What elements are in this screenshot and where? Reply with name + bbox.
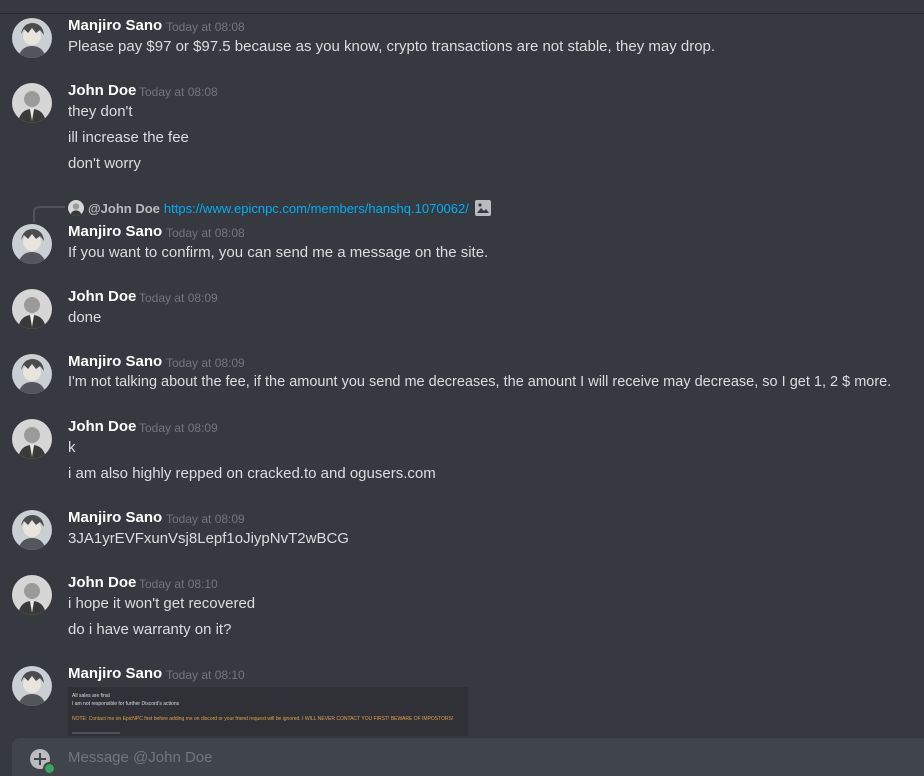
avatar-manjiro[interactable] bbox=[12, 510, 52, 550]
reply-author[interactable]: @John Doe bbox=[88, 201, 160, 216]
avatar-john[interactable] bbox=[12, 419, 52, 459]
avatar-john[interactable] bbox=[12, 575, 52, 615]
message-list[interactable]: Manjiro Sano Today at 08:08 Please pay $… bbox=[0, 14, 924, 736]
timestamp: Today at 08:08 bbox=[139, 85, 218, 99]
author-name[interactable]: Manjiro Sano bbox=[68, 17, 162, 34]
message-text: ill increase the fee bbox=[68, 129, 189, 146]
avatar-manjiro[interactable] bbox=[12, 666, 52, 706]
author-name[interactable]: Manjiro Sano bbox=[68, 665, 162, 682]
attachment-divider bbox=[72, 732, 120, 734]
upload-status-dot bbox=[43, 762, 56, 775]
author-name[interactable]: John Doe bbox=[68, 418, 136, 435]
avatar-manjiro[interactable] bbox=[12, 18, 52, 58]
reply-reference[interactable]: @John Doe https://www.epicnpc.com/member… bbox=[68, 199, 491, 217]
message-text: If you want to confirm, you can send me … bbox=[68, 244, 489, 261]
timestamp: Today at 08:09 bbox=[166, 356, 245, 370]
reply-link[interactable]: https://www.epicnpc.com/members/hanshq.1… bbox=[164, 201, 469, 216]
author-name[interactable]: John Doe bbox=[68, 574, 136, 591]
author-name[interactable]: Manjiro Sano bbox=[68, 509, 162, 526]
timestamp: Today at 08:09 bbox=[139, 291, 218, 305]
timestamp: Today at 08:09 bbox=[139, 421, 218, 435]
timestamp: Today at 08:09 bbox=[166, 512, 245, 526]
author-name[interactable]: John Doe bbox=[68, 82, 136, 99]
reply-connector bbox=[33, 206, 65, 222]
avatar-john[interactable] bbox=[12, 289, 52, 329]
message-text: 3JA1yrEVFxunVsj8Lepf1oJiypNvT2wBCG bbox=[68, 530, 349, 547]
message-text: done bbox=[68, 309, 102, 326]
timestamp: Today at 08:10 bbox=[139, 577, 218, 591]
message-text: i am also highly repped on cracked.to an… bbox=[68, 465, 436, 482]
message-text: i hope it won't get recovered bbox=[68, 595, 256, 612]
message-text: k bbox=[68, 439, 76, 456]
avatar-manjiro[interactable] bbox=[12, 354, 52, 394]
message-text: I'm not talking about the fee, if the am… bbox=[68, 374, 892, 390]
avatar-john[interactable] bbox=[12, 83, 52, 123]
attachment-text: I am not responsible for further Discord… bbox=[72, 701, 180, 707]
message-text: they don't bbox=[68, 103, 133, 120]
timestamp: Today at 08:08 bbox=[166, 20, 245, 34]
top-bar bbox=[0, 0, 924, 14]
avatar-manjiro[interactable] bbox=[12, 224, 52, 264]
timestamp: Today at 08:10 bbox=[166, 668, 245, 682]
author-name[interactable]: Manjiro Sano bbox=[68, 223, 162, 240]
timestamp: Today at 08:08 bbox=[166, 226, 245, 240]
message-composer bbox=[12, 738, 924, 776]
reply-avatar bbox=[68, 200, 84, 216]
author-name[interactable]: Manjiro Sano bbox=[68, 353, 162, 370]
image-attachment[interactable]: All sales are final I am not responsible… bbox=[68, 687, 468, 736]
message-text: do i have warranty on it? bbox=[68, 621, 232, 638]
message-text: Please pay $97 or $97.5 because as you k… bbox=[68, 38, 716, 55]
message-input[interactable] bbox=[68, 746, 908, 768]
author-name[interactable]: John Doe bbox=[68, 288, 136, 305]
attachment-note: NOTE: Contact me on EpicNPC first before… bbox=[72, 716, 454, 722]
image-icon bbox=[474, 200, 491, 216]
message-text: don't worry bbox=[68, 155, 141, 172]
attachment-text: All sales are final bbox=[72, 693, 110, 699]
